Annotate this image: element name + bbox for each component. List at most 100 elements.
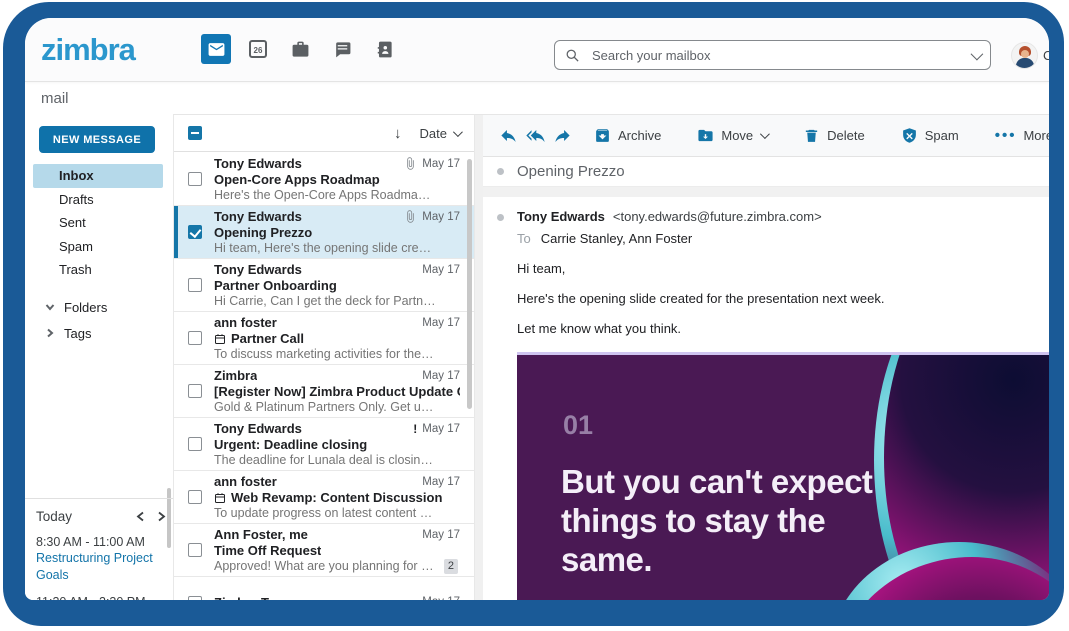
app-window: zimbra 26 <box>25 18 1049 600</box>
sort-direction-icon[interactable]: ↓ <box>394 125 402 142</box>
message-snippet: Here's the Open-Core Apps Roadmap. The p… <box>214 188 456 202</box>
agenda-next-icon[interactable] <box>157 511 166 522</box>
more-dots-icon: ••• <box>995 127 1017 144</box>
message-list-item[interactable]: Zimbra ! May 17 [Register Now] Zimbra Pr… <box>174 365 474 418</box>
embedded-slide-image[interactable]: 01 But you can't expect things to stay t… <box>517 352 1049 600</box>
message-list-item[interactable]: Zimbra Team ! May 17 <box>174 577 474 600</box>
message-snippet: Approved! What are you planning for this… <box>214 559 456 573</box>
event-title-link[interactable]: Restructuring Project Goals <box>36 550 156 584</box>
search-options-chevron-icon[interactable] <box>971 47 984 60</box>
from-name: Tony Edwards <box>517 209 605 224</box>
separator-band <box>483 187 1049 197</box>
conversation-subject: Opening Prezzo <box>517 163 625 180</box>
message-sender: Ann Foster, me <box>214 527 308 542</box>
message-date: May 17 <box>422 423 460 435</box>
reply-button[interactable] <box>499 121 518 151</box>
message-checkbox[interactable] <box>188 437 202 451</box>
spam-button[interactable]: Spam <box>887 121 973 151</box>
sidebar: NEW MESSAGE InboxDraftsSentSpamTrash Fol… <box>25 114 173 600</box>
message-checkbox[interactable] <box>188 596 202 600</box>
forward-button[interactable] <box>553 121 572 151</box>
message-checkbox[interactable] <box>188 172 202 186</box>
message-checkbox[interactable] <box>188 331 202 345</box>
message-body-paragraph: Hi team, <box>517 261 1049 276</box>
message-sender: Tony Edwards <box>214 421 302 436</box>
calendar-app-button[interactable]: 26 <box>243 34 273 64</box>
message-checkbox[interactable] <box>188 278 202 292</box>
sidebar-folder-drafts[interactable]: Drafts <box>25 188 173 212</box>
agenda-event: 11:30 AM - 2:30 PM Update: EMEA <box>36 594 173 600</box>
message-checkbox[interactable] <box>188 543 202 557</box>
sort-chevron-icon <box>453 127 463 137</box>
message-list-item[interactable]: Tony Edwards ! May 17 Open-Core Apps Roa… <box>174 153 474 206</box>
reply-all-button[interactable] <box>526 121 545 151</box>
sidebar-folder-trash[interactable]: Trash <box>25 258 173 282</box>
message-checkbox[interactable] <box>188 384 202 398</box>
message-date: May 17 <box>422 317 460 329</box>
message-body-paragraph: Here's the opening slide created for the… <box>517 291 1049 306</box>
move-chevron-icon <box>760 129 770 139</box>
sidebar-folder-spam[interactable]: Spam <box>25 235 173 259</box>
chevron-down-icon <box>45 302 55 312</box>
more-button[interactable]: ••• More <box>981 121 1049 151</box>
archive-icon <box>594 127 611 144</box>
search-input[interactable] <box>592 48 971 63</box>
move-button[interactable]: Move <box>683 121 781 151</box>
briefcase-app-button[interactable] <box>285 34 315 64</box>
message-snippet: To update progress on latest content cre… <box>214 506 456 520</box>
sidebar-item-folders[interactable]: Folders <box>25 294 173 320</box>
search-bar[interactable] <box>554 40 991 70</box>
message-date: May 17 <box>422 370 460 382</box>
message-list-item[interactable]: ann foster ! May 17 Web Revamp: Content … <box>174 471 474 524</box>
message-date: May 17 <box>422 529 460 541</box>
archive-button[interactable]: Archive <box>580 121 675 151</box>
message-sender: ann foster <box>214 315 277 330</box>
message-list-item[interactable]: Tony Edwards ! May 17 Partner Onboarding… <box>174 259 474 312</box>
chevron-right-icon <box>45 328 55 338</box>
select-all-checkbox[interactable] <box>188 126 202 140</box>
message-list-scrollbar[interactable] <box>467 159 472 409</box>
message-list-item[interactable]: Tony Edwards ! May 17 Urgent: Deadline c… <box>174 418 474 471</box>
open-message: Tony Edwards<tony.edwards@future.zimbra.… <box>483 197 1049 600</box>
message-sender: ann foster <box>214 474 277 489</box>
message-list-item[interactable]: ann foster ! May 17 Partner Call To disc… <box>174 312 474 365</box>
message-sender: Tony Edwards <box>214 262 302 277</box>
message-list-item[interactable]: Tony Edwards ! May 17 Opening Prezzo Hi … <box>174 206 474 259</box>
folder-tree: Folders Tags <box>25 294 173 346</box>
message-checkbox[interactable] <box>188 490 202 504</box>
contacts-app-button[interactable] <box>369 34 399 64</box>
contacts-icon <box>375 40 394 59</box>
message-subject: Opening Prezzo <box>214 225 312 240</box>
device-frame: zimbra 26 <box>3 2 1064 626</box>
agenda-prev-icon[interactable] <box>136 511 145 522</box>
sidebar-folder-inbox[interactable]: Inbox <box>33 164 163 188</box>
top-header: zimbra 26 <box>25 18 1049 82</box>
reading-toolbar: Archive Move Delete Spam <box>483 115 1049 157</box>
message-subject: Web Revamp: Content Discussion <box>231 490 442 505</box>
briefcase-icon <box>291 40 310 59</box>
message-subject: Time Off Request <box>214 543 321 558</box>
message-list-column: ↓ Date Tony Edwards ! May 17 <box>173 114 475 600</box>
message-snippet: The deadline for Lunala deal is closing.… <box>214 453 456 467</box>
sidebar-folder-sent[interactable]: Sent <box>25 211 173 235</box>
message-list-item[interactable]: Ann Foster, me ! May 17 Time Off Request… <box>174 524 474 577</box>
conversation-subject-row[interactable]: Opening Prezzo <box>483 157 1049 187</box>
message-checkbox[interactable] <box>188 225 202 239</box>
chat-app-button[interactable] <box>327 34 357 64</box>
message-sender: Tony Edwards <box>214 209 302 224</box>
sidebar-item-tags[interactable]: Tags <box>25 320 173 346</box>
new-message-button[interactable]: NEW MESSAGE <box>39 126 155 153</box>
user-avatar[interactable] <box>1011 42 1038 69</box>
message-snippet: Gold & Platinum Partners Only. Get updat… <box>214 400 456 414</box>
calendar-icon: 26 <box>249 40 267 58</box>
message-dot-icon <box>497 214 504 221</box>
attachment-icon <box>404 210 417 223</box>
event-time: 8:30 AM - 11:00 AM <box>36 534 173 550</box>
urgent-icon: ! <box>413 422 417 436</box>
move-folder-icon <box>697 127 714 144</box>
mail-app-button[interactable] <box>201 34 231 64</box>
delete-button[interactable]: Delete <box>789 121 879 151</box>
message-snippet: Hi team, Here's the opening slide create… <box>214 241 456 255</box>
message-snippet: Hi Carrie, Can I get the deck for Partne… <box>214 294 456 308</box>
sort-field-dropdown[interactable]: Date <box>420 126 460 141</box>
